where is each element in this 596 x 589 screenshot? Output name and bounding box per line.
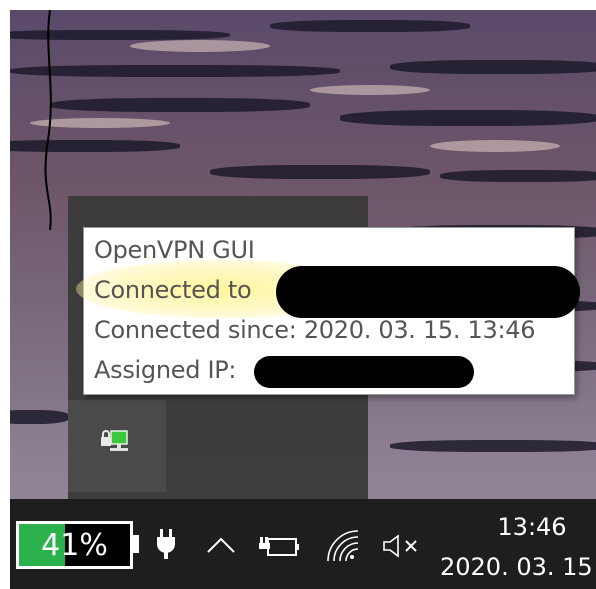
redacted-ip: [254, 356, 474, 388]
connected-since-text: Connected since: 2020. 03. 15. 13:46: [94, 316, 536, 344]
vpn-status-tooltip: OpenVPN GUI Connected to Connected since…: [76, 227, 580, 395]
redacted-server: [276, 266, 580, 318]
wifi-icon[interactable]: [326, 529, 362, 563]
connected-to-label: Connected to: [94, 276, 252, 304]
clock-date[interactable]: 2020. 03. 15: [440, 553, 596, 581]
clock-time[interactable]: 13:46: [468, 513, 596, 541]
battery-indicator[interactable]: 41%: [16, 521, 133, 569]
tooltip-title: OpenVPN GUI: [94, 236, 255, 264]
assigned-ip-label: Assigned IP:: [94, 356, 237, 384]
desktop-wallpaper: OpenVPN GUI Connected to Connected since…: [10, 10, 596, 589]
openvpn-connected-icon[interactable]: [98, 428, 134, 458]
cable-line: [44, 10, 52, 230]
power-plug-icon[interactable]: [154, 527, 178, 561]
battery-percent: 41%: [41, 528, 108, 563]
taskbar: 41% 13:46 2020. 03. 15: [10, 499, 596, 589]
volume-muted-icon[interactable]: [382, 533, 422, 559]
battery-terminal: [133, 535, 139, 553]
battery-icon[interactable]: [258, 533, 300, 559]
chevron-up-icon[interactable]: [205, 535, 237, 555]
